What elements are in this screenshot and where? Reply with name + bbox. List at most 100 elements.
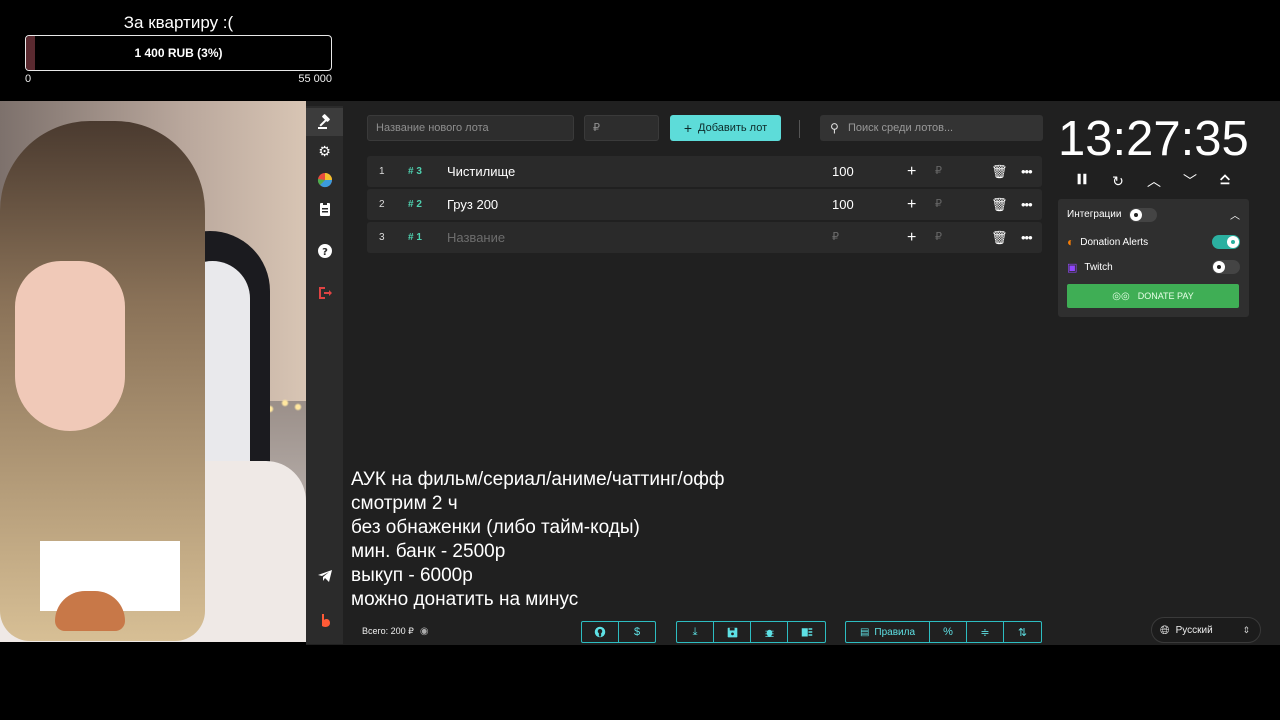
add-amount-icon[interactable]: + [907,222,916,253]
gavel-icon[interactable] [306,108,343,136]
donation-alerts-icon: ◐ [1067,235,1075,249]
file-button-group: ⤓ [676,621,826,643]
lot-id: # 1 [408,232,422,243]
settings-button-group: ▤ Правила % ≑ ⇅ [845,621,1042,643]
timer-display: 13:27:35 [1058,112,1249,166]
twitch-toggle[interactable] [1212,260,1240,274]
overlay-line: можно донатить на минус [351,589,579,610]
search-placeholder: Поиск среди лотов... [848,122,954,134]
more-icon[interactable]: ••• [1021,189,1033,220]
more-icon[interactable]: ••• [1021,156,1033,187]
add-amount-icon[interactable]: + [907,189,916,220]
donation-goal: За квартиру :( 1 400 RUB (3%) 0 55 000 [25,12,332,85]
sidebar: ⚙ ? [306,106,343,644]
lot-add-amount-input[interactable]: ₽ [935,156,942,187]
goal-progress-bar: 1 400 RUB (3%) [25,35,332,71]
lot-amount[interactable]: ₽ [832,222,839,253]
clipboard-icon[interactable] [306,195,343,223]
rules-button[interactable]: ▤ Правила [846,622,930,642]
search-icon: ⚲ [830,121,839,135]
overlay-line: смотрим 2 ч [351,493,458,514]
lot-name-input[interactable]: Чистилище [447,156,515,187]
plus-icon: + [683,120,693,136]
goal-progress-text: 1 400 RUB (3%) [134,46,223,60]
brand-logo-icon[interactable] [306,607,343,635]
compress-icon[interactable]: ≑ [967,622,1004,642]
add-lot-label: Добавить лот [698,122,768,134]
twitch-label: Twitch [1084,261,1113,273]
lot-name-input[interactable]: Название [447,222,505,253]
donation-alerts-label: Donation Alerts [1080,236,1149,248]
chevron-down-icon[interactable]: ﹀ [1180,171,1200,191]
lot-id: # 3 [408,166,422,177]
archive-icon[interactable] [788,622,825,642]
chevron-up-icon[interactable]: ︿ [1144,171,1164,191]
save-icon[interactable] [714,622,751,642]
gear-icon[interactable]: ⚙ [306,137,343,165]
overlay-line: АУК на фильм/сериал/аниме/чаттинг/офф [351,469,725,490]
rules-label: Правила [874,626,916,638]
lot-index: 2 [379,199,385,210]
reset-icon[interactable]: ↻ [1108,171,1128,191]
github-icon[interactable] [582,622,619,642]
twitch-row: ▣ Twitch [1067,260,1240,274]
chevron-up-icon[interactable]: ︿ [1230,207,1240,222]
download-icon[interactable]: ⤓ [677,622,714,642]
more-icon[interactable]: ••• [1021,222,1033,253]
language-select[interactable]: 🌐︎ Русский ⇕ [1151,617,1261,643]
lot-add-amount-input[interactable]: ₽ [935,222,942,253]
trash-icon[interactable]: 🗑 [991,222,1008,253]
webcam-feed [0,101,306,642]
pause-icon[interactable] [1072,171,1092,191]
globe-icon: 🌐︎ [1160,622,1170,637]
links-button-group: $ [581,621,656,643]
auction-rules-overlay: АУК на фильм/сериал/аниме/чаттинг/офф см… [351,468,725,612]
new-lot-input[interactable]: Название нового лота [367,115,574,141]
donate-pay-label: DONATE PAY [1137,291,1194,301]
lot-search-input[interactable]: ⚲ Поиск среди лотов... [820,115,1043,141]
total-sum: Всего: 200 ₽ ◉ [362,626,429,637]
bug-icon[interactable] [751,622,788,642]
sort-icon[interactable]: ⇅ [1004,622,1041,642]
language-value: Русский [1175,624,1213,636]
lot-amount[interactable]: 100 [832,156,854,187]
goal-min: 0 [25,73,32,85]
twitch-icon: ▣ [1067,261,1078,274]
donation-alerts-row: ◐ Donation Alerts [1067,235,1240,249]
integrations-toggle[interactable] [1129,207,1158,222]
goal-range: 0 55 000 [25,73,332,85]
pie-chart-icon[interactable] [306,166,343,194]
logout-icon[interactable] [306,279,343,307]
trash-icon[interactable]: 🗑 [991,156,1008,187]
help-icon[interactable]: ? [306,237,343,265]
webcam-face [15,261,125,431]
goal-max: 55 000 [298,73,332,85]
total-label: Всего: 200 ₽ [362,626,414,636]
dollar-icon[interactable]: $ [619,622,655,642]
lot-row[interactable]: 3 # 1 Название ₽ + ₽ 🗑 ••• [367,222,1042,253]
lot-name-input[interactable]: Груз 200 [447,189,498,220]
lot-add-amount-input[interactable]: ₽ [935,189,942,220]
double-up-icon[interactable] [1215,171,1235,191]
lot-index: 3 [379,232,385,243]
eye-off-icon[interactable]: ◉ [420,626,429,637]
add-amount-icon[interactable]: + [907,156,916,187]
new-lot-amount-input[interactable]: ₽ [584,115,659,141]
svg-text:?: ? [322,247,328,258]
lot-row[interactable]: 1 # 3 Чистилище 100 + ₽ 🗑 ••• [367,156,1042,187]
lot-row[interactable]: 2 # 2 Груз 200 100 + ₽ 🗑 ••• [367,189,1042,220]
percent-button[interactable]: % [930,622,967,642]
trash-icon[interactable]: 🗑 [991,189,1008,220]
donate-pay-button[interactable]: ◎◎ DONATE PAY [1067,284,1239,308]
lot-amount[interactable]: 100 [832,189,854,220]
integrations-header[interactable]: Интеграции ︿ [1067,207,1240,222]
donate-pay-icon: ◎◎ [1112,290,1130,302]
overlay-line: мин. банк - 2500р [351,541,506,562]
donation-alerts-toggle[interactable] [1212,235,1240,249]
integrations-panel: Интеграции ︿ ◐ Donation Alerts ▣ Twitch … [1058,199,1249,317]
goal-title: За квартиру :( [123,13,234,32]
overlay-line: без обнаженки (либо тайм-коды) [351,517,640,538]
lot-id: # 2 [408,199,422,210]
add-lot-button[interactable]: + Добавить лот [670,115,781,141]
telegram-icon[interactable] [306,562,343,590]
